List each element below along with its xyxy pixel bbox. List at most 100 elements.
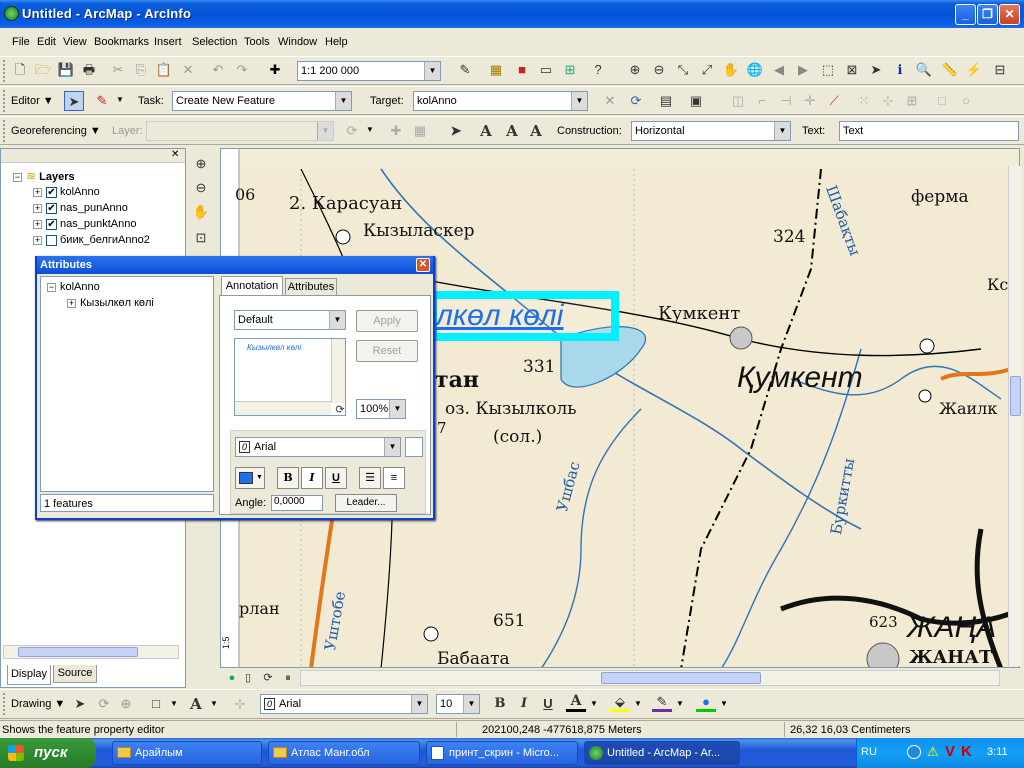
apply-button[interactable]: Apply (356, 310, 418, 332)
expand-icon[interactable]: + (33, 219, 42, 229)
edit-vertices-icon[interactable]: ⊹ (230, 694, 250, 714)
toc-layer-biik-belgi[interactable]: + биик_белгиAnno2 (33, 234, 150, 250)
collapse-icon[interactable]: − (13, 172, 22, 182)
zoom-to-selected-icon[interactable]: ⊕ (116, 694, 136, 714)
arctoolbox-icon[interactable]: ▦ (486, 60, 506, 80)
layer-checkbox[interactable]: ✔ (46, 202, 57, 214)
toc-layer-nas-punktanno[interactable]: + ✔ nas_punktAnno (33, 218, 136, 234)
toolbar-grip[interactable] (3, 60, 7, 82)
toc-root-layers[interactable]: − ≋ Layers (13, 169, 75, 185)
chevron-down-icon[interactable]: ▼ (424, 62, 440, 80)
italic-button[interactable]: I (514, 694, 534, 714)
zoom-in-icon[interactable]: ⊕ (625, 60, 645, 80)
menu-help[interactable]: Help (325, 36, 348, 48)
scroll-thumb[interactable] (1010, 376, 1021, 416)
chevron-down-icon[interactable]: ▼ (116, 95, 124, 104)
font-color-icon[interactable]: A (566, 693, 586, 712)
attributes-icon[interactable]: ▤ (656, 91, 676, 111)
collapse-icon[interactable]: − (47, 282, 56, 292)
chevron-down-icon[interactable]: ▼ (389, 400, 405, 418)
toolbar-grip[interactable] (3, 120, 7, 142)
topology-icon[interactable]: ◫ (728, 91, 748, 111)
scroll-thumb[interactable] (601, 672, 761, 684)
maximize-button[interactable]: ❐ (977, 4, 998, 25)
chevron-down-icon[interactable]: ▼ (590, 699, 598, 708)
validate-extent-icon[interactable]: ⊹ (878, 91, 898, 111)
hyperlink-icon[interactable]: ⚡ (964, 60, 984, 80)
sketch-tool-icon[interactable]: ✎ (92, 91, 112, 111)
circle-icon[interactable]: ○ (956, 91, 976, 111)
chevron-down-icon[interactable]: ▼ (571, 92, 587, 110)
open-folder-icon[interactable]: 🗁 (33, 60, 53, 80)
underline-button[interactable]: U (538, 694, 558, 714)
symbol-combo[interactable]: Default ▼ (234, 310, 346, 330)
marker-color-icon[interactable]: ● (696, 693, 716, 712)
pan-page-icon[interactable]: ✋ (191, 202, 211, 222)
drawing-font-combo[interactable]: 0 Arial ▼ (260, 694, 428, 714)
whats-this-icon[interactable]: ? (588, 60, 608, 80)
bold-button[interactable]: B (490, 694, 510, 714)
security-icon[interactable]: ⚠ (927, 744, 939, 760)
pan-icon[interactable]: ✋ (721, 60, 741, 80)
map-scale-combo[interactable]: 1:1 200 000 ▼ (297, 61, 441, 81)
rotate-georef-icon[interactable]: ⟳ (342, 121, 362, 141)
fill-color-icon[interactable]: ⬙ (610, 693, 630, 712)
preview-vscroll[interactable] (331, 339, 345, 403)
close-icon[interactable]: ✕ (171, 149, 179, 160)
text-input[interactable]: Text (839, 121, 1019, 141)
map-vertical-scrollbar[interactable] (1008, 166, 1022, 666)
language-indicator[interactable]: RU (861, 746, 877, 758)
toolbar-grip[interactable] (3, 90, 7, 112)
font-size-combo[interactable] (405, 437, 423, 457)
topology-edit-icon[interactable]: ⌐ (752, 91, 772, 111)
toc-layer-kolanno[interactable]: + ✔ kolAnno (33, 186, 100, 202)
tab-annotation[interactable]: Annotation (221, 276, 283, 296)
chevron-down-icon[interactable]: ▼ (170, 699, 178, 708)
expand-icon[interactable]: + (33, 235, 42, 245)
selected-annotation-text[interactable]: лкөл көлі (436, 299, 563, 333)
minimize-button[interactable]: _ (955, 4, 976, 25)
drawing-size-combo[interactable]: 10 ▼ (436, 694, 480, 714)
leader-button[interactable]: Leader... (335, 494, 397, 512)
full-extent-icon[interactable]: 🌐 (745, 60, 765, 80)
layer-checkbox[interactable] (46, 234, 57, 246)
preview-zoom-combo[interactable]: 100% ▼ (356, 399, 406, 419)
fixed-zoom-out-icon[interactable]: ⤢ (697, 60, 717, 80)
zoom-in-page-icon[interactable]: ⊕ (191, 154, 211, 174)
toolbar-grip[interactable] (3, 693, 7, 715)
tree-item-kolanno[interactable]: − kolAnno (47, 281, 100, 297)
layout-view-icon[interactable]: ▯ (238, 668, 258, 688)
text-color-button[interactable]: ▼ (235, 467, 265, 489)
html-popup-icon[interactable]: ⊟ (990, 60, 1010, 80)
zoom-out-page-icon[interactable]: ⊖ (191, 178, 211, 198)
line-color-icon[interactable]: ✎ (652, 693, 672, 712)
layer-checkbox[interactable]: ✔ (46, 186, 57, 198)
map-horizontal-scrollbar[interactable] (300, 670, 1000, 686)
rotate-tool-icon[interactable]: ⟳ (626, 91, 646, 111)
drawing-menu[interactable]: Drawing ▼ (11, 698, 65, 710)
forward-extent-icon[interactable]: ▶ (793, 60, 813, 80)
rectangle-icon[interactable]: □ (146, 694, 166, 714)
taskbar-item-arailym[interactable]: Арайлым (112, 741, 262, 765)
chevron-down-icon[interactable]: ▼ (676, 699, 684, 708)
chevron-down-icon[interactable]: ▼ (335, 92, 351, 110)
chevron-down-icon[interactable]: ▼ (411, 695, 427, 713)
expand-icon[interactable]: + (33, 203, 42, 213)
menu-tools[interactable]: Tools (244, 36, 270, 48)
menu-window[interactable]: Window (278, 36, 317, 48)
target-combo[interactable]: kolAnno ▼ (413, 91, 588, 111)
close-button[interactable]: ✕ (416, 258, 430, 272)
back-extent-icon[interactable]: ◀ (769, 60, 789, 80)
refresh-icon[interactable]: ⟳ (258, 668, 278, 688)
chevron-down-icon[interactable]: ▼ (366, 125, 374, 134)
layer-checkbox[interactable]: ✔ (46, 218, 57, 230)
pause-icon[interactable]: ⏸ (278, 668, 298, 688)
zoom-out-icon[interactable]: ⊖ (649, 60, 669, 80)
error-inspector-icon[interactable]: ⊞ (902, 91, 922, 111)
task-combo[interactable]: Create New Feature ▼ (172, 91, 352, 111)
undo-icon[interactable]: ↶ (208, 60, 228, 80)
expand-icon[interactable]: + (33, 187, 42, 197)
chevron-down-icon[interactable]: ▼ (317, 122, 333, 140)
menu-insert[interactable]: Insert (154, 36, 182, 48)
redo-icon[interactable]: ↷ (232, 60, 252, 80)
